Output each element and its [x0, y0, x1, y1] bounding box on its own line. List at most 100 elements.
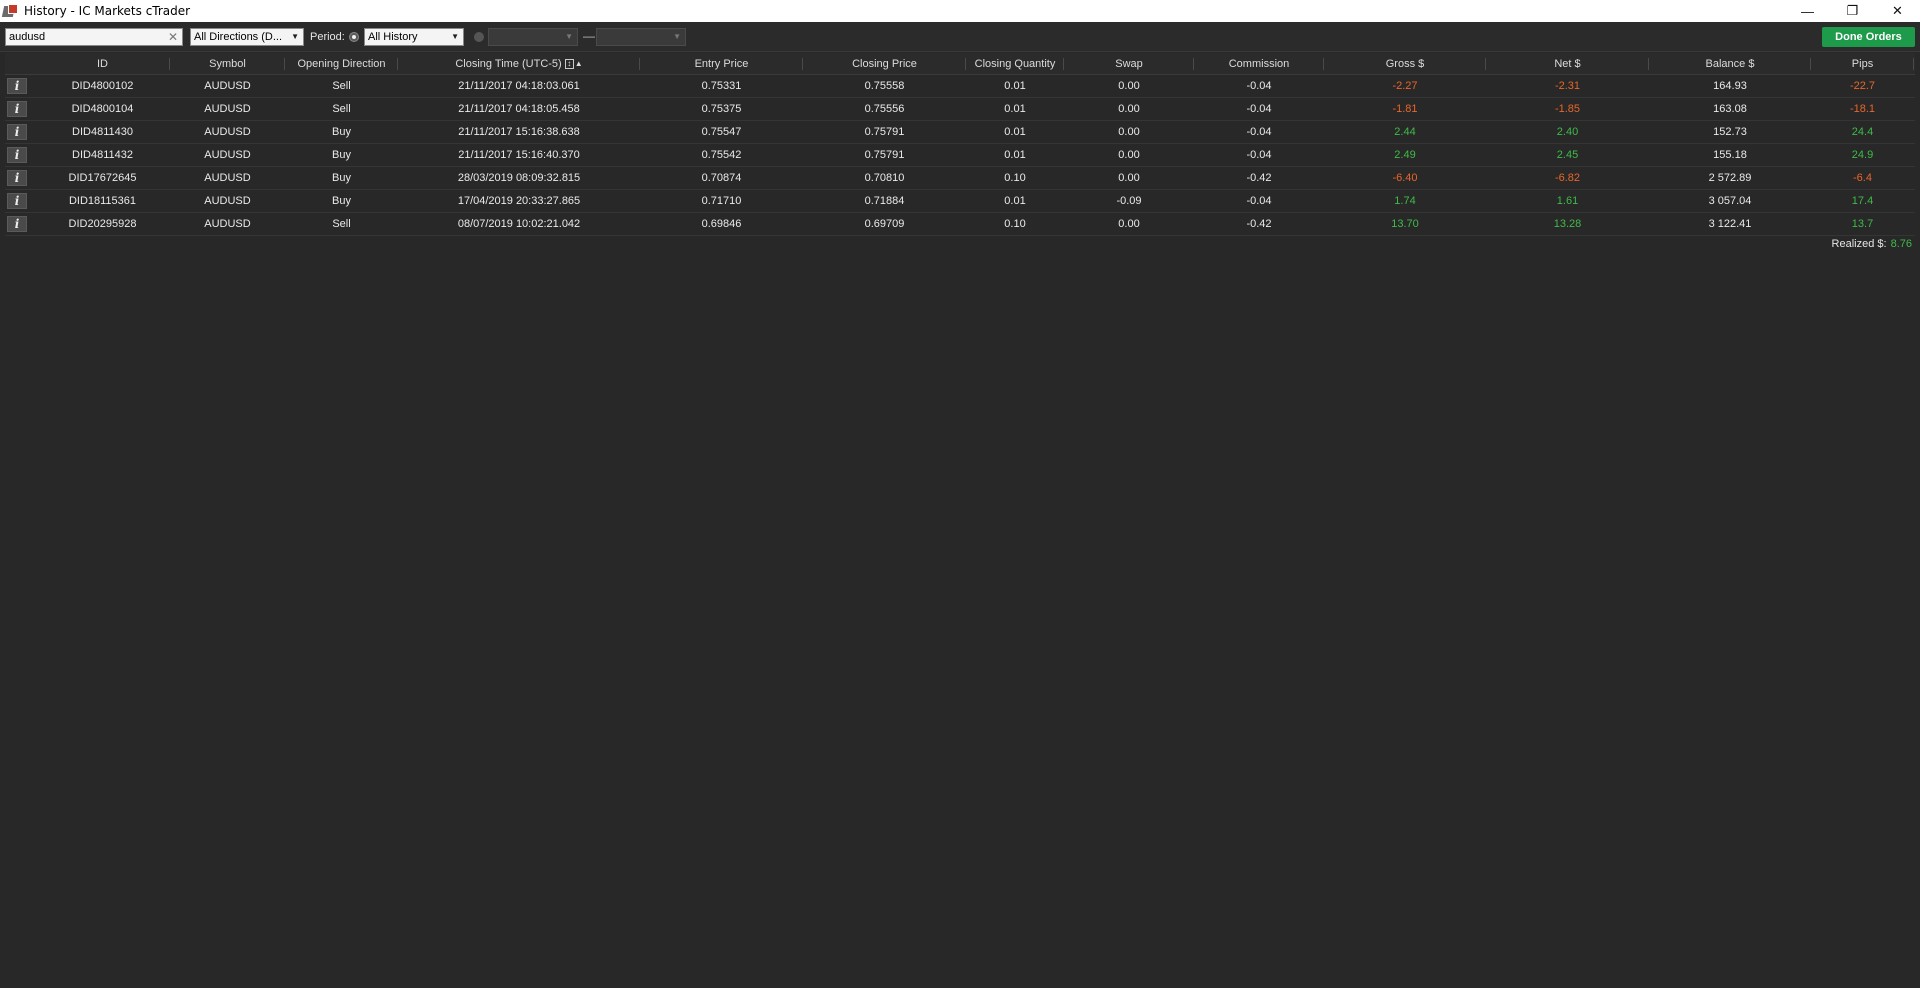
column-header-closing-time[interactable]: Closing Time (UTC-5) ↕ ▲: [398, 53, 640, 75]
cell-direction: Sell: [332, 218, 351, 230]
close-icon: ✕: [1892, 3, 1903, 18]
cell-swap: 0.00: [1118, 149, 1140, 161]
sort-toggle-icon[interactable]: ↕: [564, 59, 574, 70]
table-row[interactable]: i DID4800104 AUDUSD Sell 21/11/2017 04:18:05…: [5, 98, 1915, 121]
date-to-picker[interactable]: ▼: [596, 28, 686, 46]
cell-gross: -1.81: [1392, 103, 1418, 115]
cell-balance: 3 122.41: [1708, 218, 1752, 230]
info-icon[interactable]: i: [7, 101, 27, 117]
cell-pips: -18.1: [1849, 103, 1876, 115]
cell-balance: 164.93: [1713, 80, 1747, 92]
restore-button[interactable]: ❐: [1830, 0, 1875, 22]
close-button[interactable]: ✕: [1875, 0, 1920, 22]
cell-id: DID20295928: [68, 218, 137, 230]
cell-pips: 17.4: [1851, 195, 1874, 207]
date-range-dash: —: [583, 29, 595, 43]
cell-swap: 0.00: [1118, 103, 1140, 115]
cell-closing-quantity: 0.01: [1004, 80, 1026, 92]
cell-balance: 3 057.04: [1708, 195, 1752, 207]
cell-symbol: AUDUSD: [204, 172, 251, 184]
minimize-button[interactable]: —: [1785, 0, 1830, 22]
column-header-id[interactable]: ID: [35, 53, 170, 75]
info-icon[interactable]: i: [7, 147, 27, 163]
cell-entry-price: 0.71710: [701, 195, 742, 207]
column-header-entry-price[interactable]: Entry Price: [640, 53, 803, 75]
symbol-search[interactable]: ✕: [5, 28, 183, 46]
cell-closing-quantity: 0.01: [1004, 103, 1026, 115]
cell-closing-quantity: 0.10: [1004, 218, 1026, 230]
cell-closing-time: 21/11/2017 15:16:40.370: [458, 149, 580, 161]
sort-ascending-icon: ▲: [574, 59, 583, 69]
table-row[interactable]: i DID4811432 AUDUSD Buy 21/11/2017 15:16:40.…: [5, 144, 1915, 167]
search-input[interactable]: [6, 29, 156, 45]
table-row[interactable]: i DID4811430 AUDUSD Buy 21/11/2017 15:16:38.…: [5, 121, 1915, 144]
cell-symbol: AUDUSD: [204, 126, 251, 138]
info-icon[interactable]: i: [7, 216, 27, 232]
column-header-pips[interactable]: Pips: [1811, 53, 1914, 75]
cell-closing-price: 0.75791: [864, 149, 905, 161]
cell-pips: 13.7: [1851, 218, 1874, 230]
table-row[interactable]: i DID18115361 AUDUSD Buy 17/04/2019 20:33:27…: [5, 190, 1915, 213]
history-table: ID Symbol Opening Direction Closing Time…: [5, 53, 1915, 236]
cell-closing-time: 08/07/2019 10:02:21.042: [457, 218, 581, 230]
cell-balance: 155.18: [1713, 149, 1747, 161]
realized-summary: Realized $: 8.76: [1832, 238, 1912, 250]
column-header-opening-direction[interactable]: Opening Direction: [285, 53, 398, 75]
chevron-down-icon: ▼: [291, 32, 299, 41]
table-row[interactable]: i DID20295928 AUDUSD Sell 08/07/2019 10:02:2…: [5, 213, 1915, 236]
table-body: i DID4800102 AUDUSD Sell 21/11/2017 04:18:03…: [5, 75, 1915, 236]
cell-entry-price: 0.69846: [701, 218, 742, 230]
cell-swap: 0.00: [1118, 218, 1140, 230]
cell-gross: 2.44: [1394, 126, 1416, 138]
direction-filter-dropdown[interactable]: All Directions (D... ▼: [190, 28, 304, 46]
cell-closing-quantity: 0.01: [1004, 126, 1026, 138]
cell-swap: 0.00: [1118, 126, 1140, 138]
cell-pips: -6.4: [1853, 172, 1872, 184]
cell-closing-quantity: 0.01: [1004, 195, 1026, 207]
cell-commission: -0.42: [1246, 218, 1272, 230]
column-header-commission[interactable]: Commission: [1194, 53, 1324, 75]
cell-closing-price: 0.71884: [864, 195, 905, 207]
info-icon[interactable]: i: [7, 124, 27, 140]
cell-entry-price: 0.75375: [701, 103, 742, 115]
period-value: All History: [368, 31, 418, 43]
window-title: History - IC Markets cTrader: [24, 4, 191, 18]
clear-search-icon[interactable]: ✕: [168, 29, 178, 45]
cell-gross: 1.74: [1394, 195, 1416, 207]
cell-closing-time: 28/03/2019 08:09:32.815: [457, 172, 581, 184]
column-header-balance[interactable]: Balance $: [1649, 53, 1811, 75]
cell-net: -1.85: [1554, 103, 1581, 115]
column-header-net[interactable]: Net $: [1486, 53, 1649, 75]
filter-toolbar: ✕ All Directions (D... ▼ Period: All His…: [0, 22, 1920, 52]
cell-symbol: AUDUSD: [204, 149, 251, 161]
chevron-down-icon: ▼: [565, 32, 573, 41]
cell-symbol: AUDUSD: [204, 218, 251, 230]
chevron-down-icon: ▼: [451, 32, 459, 41]
cell-closing-time: 21/11/2017 15:16:38.638: [458, 126, 580, 138]
table-row[interactable]: i DID4800102 AUDUSD Sell 21/11/2017 04:18:03…: [5, 75, 1915, 98]
table-row[interactable]: i DID17672645 AUDUSD Buy 28/03/2019 08:09:32…: [5, 167, 1915, 190]
title-bar: History - IC Markets cTrader — ❐ ✕: [0, 0, 1920, 22]
column-header-swap[interactable]: Swap: [1064, 53, 1194, 75]
cell-direction: Buy: [332, 172, 351, 184]
cell-swap: 0.00: [1118, 80, 1140, 92]
column-header-symbol[interactable]: Symbol: [170, 53, 285, 75]
period-label: Period:: [310, 31, 345, 43]
cell-net: 13.28: [1553, 218, 1582, 230]
period-preset-radio[interactable]: [349, 32, 359, 42]
info-icon[interactable]: i: [7, 78, 27, 94]
column-header-closing-price[interactable]: Closing Price: [803, 53, 966, 75]
info-icon[interactable]: i: [7, 193, 27, 209]
column-header-closing-quantity[interactable]: Closing Quantity: [966, 53, 1064, 75]
cell-balance: 152.73: [1713, 126, 1747, 138]
cell-pips: -22.7: [1849, 80, 1876, 92]
period-dropdown[interactable]: All History ▼: [364, 28, 464, 46]
cell-closing-price: 0.75791: [864, 126, 905, 138]
minimize-icon: —: [1801, 3, 1814, 19]
period-custom-radio[interactable]: [474, 32, 484, 42]
info-icon[interactable]: i: [7, 170, 27, 186]
done-orders-button[interactable]: Done Orders: [1822, 27, 1915, 47]
cell-entry-price: 0.75547: [701, 126, 742, 138]
date-from-picker[interactable]: ▼: [488, 28, 578, 46]
column-header-gross[interactable]: Gross $: [1324, 53, 1486, 75]
